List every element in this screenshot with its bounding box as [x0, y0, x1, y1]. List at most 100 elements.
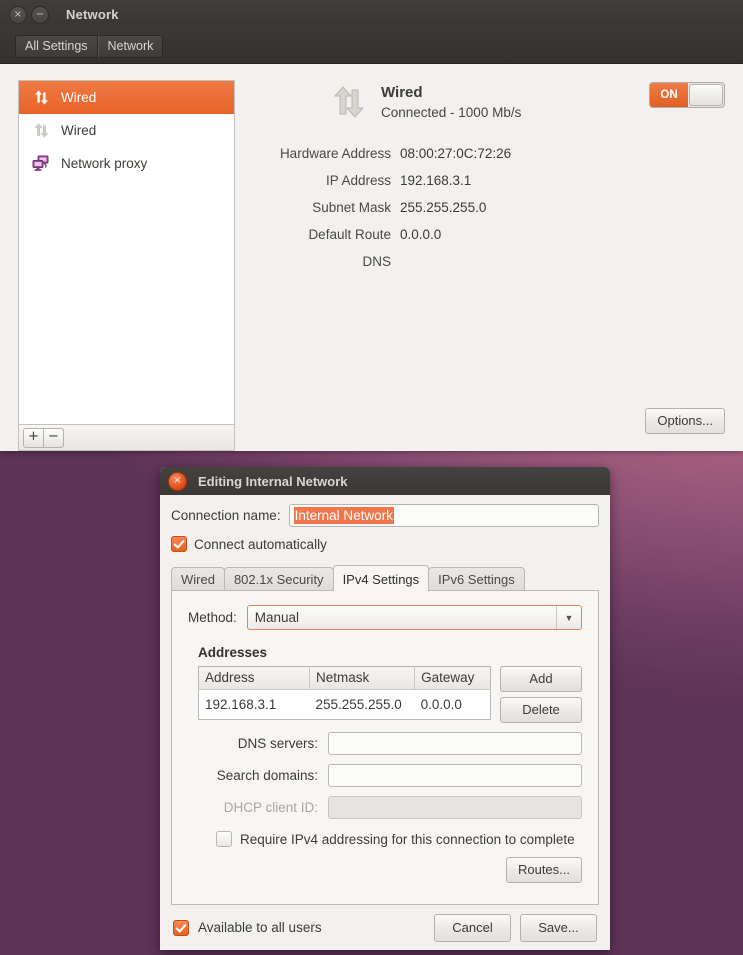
- network-proxy-icon: [30, 155, 52, 172]
- connection-name-input[interactable]: Internal Network: [289, 504, 599, 527]
- add-network-button[interactable]: +: [23, 428, 44, 448]
- edit-connection-dialog: × Editing Internal Network Connection na…: [160, 467, 610, 950]
- sidebar-item-wired-2[interactable]: Wired: [19, 114, 234, 147]
- network-wired-icon: [331, 84, 367, 123]
- sidebar-item-network-proxy[interactable]: Network proxy: [19, 147, 234, 180]
- chevron-down-icon: ▼: [556, 606, 581, 629]
- dhcp-client-id-label: DHCP client ID:: [188, 800, 328, 815]
- connection-name-label: Connection name:: [171, 508, 281, 523]
- tab-wired[interactable]: Wired: [171, 567, 225, 591]
- require-ipv4-row[interactable]: Require IPv4 addressing for this connect…: [216, 831, 582, 847]
- method-row: Method: Manual ▼: [188, 605, 582, 630]
- add-address-button[interactable]: Add: [500, 666, 582, 692]
- cancel-button[interactable]: Cancel: [434, 914, 511, 942]
- info-row: Default Route 0.0.0.0: [253, 221, 725, 248]
- sidebar-item-label: Wired: [61, 90, 96, 105]
- connection-name-row: Connection name: Internal Network: [171, 504, 599, 527]
- network-power-toggle[interactable]: ON: [649, 82, 725, 108]
- info-label: IP Address: [253, 173, 400, 188]
- info-row: DNS: [253, 248, 725, 275]
- dhcp-client-id-input: [328, 796, 582, 819]
- cell-netmask: 255.255.255.0: [309, 690, 414, 720]
- info-value: 08:00:27:0C:72:26: [400, 146, 511, 161]
- column-header-gateway: Gateway: [415, 667, 491, 690]
- info-label: Subnet Mask: [253, 200, 400, 215]
- dns-servers-input[interactable]: [328, 732, 582, 755]
- network-settings-window: × − Network All Settings Network Wired: [0, 0, 743, 450]
- search-domains-label: Search domains:: [188, 768, 328, 783]
- addresses-buttons: Add Delete: [500, 666, 582, 723]
- info-row: IP Address 192.168.3.1: [253, 167, 725, 194]
- network-list-toolbar: + −: [18, 424, 235, 451]
- options-button[interactable]: Options...: [645, 408, 725, 434]
- cell-address: 192.168.3.1: [199, 690, 310, 720]
- toggle-knob: [689, 84, 723, 106]
- column-header-address: Address: [199, 667, 310, 690]
- dialog-body: Connection name: Internal Network Connec…: [160, 495, 610, 905]
- breadcrumb-all-settings[interactable]: All Settings: [15, 35, 98, 58]
- network-detail-panel: Wired Connected - 1000 Mb/s ON Hardware …: [253, 80, 725, 451]
- tab-8021x-security[interactable]: 802.1x Security: [224, 567, 334, 591]
- breadcrumb: All Settings Network: [15, 35, 163, 58]
- addresses-title: Addresses: [198, 645, 582, 660]
- save-button[interactable]: Save...: [520, 914, 597, 942]
- addresses-area: Address Netmask Gateway 192.168.3.1 255.…: [198, 666, 582, 723]
- checkbox-icon[interactable]: [173, 920, 189, 936]
- ipv4-settings-panel: Method: Manual ▼ Addresses Address Netma…: [171, 590, 599, 905]
- checkbox-icon[interactable]: [216, 831, 232, 847]
- require-ipv4-label: Require IPv4 addressing for this connect…: [240, 832, 575, 847]
- available-to-all-users-label: Available to all users: [198, 920, 322, 935]
- tab-ipv4-settings[interactable]: IPv4 Settings: [333, 565, 430, 591]
- method-select[interactable]: Manual ▼: [247, 605, 582, 630]
- window-title: Network: [66, 7, 119, 22]
- network-sidebar: Wired Wired: [18, 80, 235, 451]
- info-value: 0.0.0.0: [400, 227, 441, 242]
- connect-automatically-row[interactable]: Connect automatically: [171, 536, 599, 552]
- settings-toolbar: All Settings Network: [0, 29, 743, 64]
- cell-gateway: 0.0.0.0: [415, 690, 491, 720]
- dns-servers-row: DNS servers:: [188, 732, 582, 755]
- sidebar-item-label: Wired: [61, 123, 96, 138]
- dns-servers-label: DNS servers:: [188, 736, 328, 751]
- info-label: DNS: [253, 254, 400, 269]
- network-wired-icon: [30, 89, 52, 106]
- device-info-table: Hardware Address 08:00:27:0C:72:26 IP Ad…: [253, 140, 725, 275]
- tab-ipv6-settings[interactable]: IPv6 Settings: [428, 567, 525, 591]
- info-row: Hardware Address 08:00:27:0C:72:26: [253, 140, 725, 167]
- toggle-on-label: ON: [650, 83, 688, 107]
- table-header-row: Address Netmask Gateway: [199, 667, 491, 690]
- close-icon[interactable]: ×: [168, 472, 187, 491]
- sidebar-item-label: Network proxy: [61, 156, 147, 171]
- info-value: 192.168.3.1: [400, 173, 471, 188]
- search-domains-input[interactable]: [328, 764, 582, 787]
- dialog-footer: Available to all users Cancel Save...: [160, 905, 610, 950]
- settings-content: Wired Wired: [0, 64, 743, 451]
- method-value: Manual: [255, 610, 299, 625]
- connection-name-value: Internal Network: [294, 507, 394, 524]
- dialog-tabs: Wired 802.1x Security IPv4 Settings IPv6…: [171, 565, 599, 591]
- routes-row: Routes...: [188, 857, 582, 883]
- device-name: Wired: [381, 84, 521, 102]
- dialog-title: Editing Internal Network: [198, 474, 348, 489]
- breadcrumb-network[interactable]: Network: [98, 35, 164, 58]
- close-icon[interactable]: ×: [9, 6, 27, 24]
- network-list[interactable]: Wired Wired: [18, 80, 235, 424]
- column-header-netmask: Netmask: [309, 667, 414, 690]
- info-value: 255.255.255.0: [400, 200, 486, 215]
- info-label: Default Route: [253, 227, 400, 242]
- delete-address-button[interactable]: Delete: [500, 697, 582, 723]
- checkbox-icon[interactable]: [171, 536, 187, 552]
- network-wired-icon: [30, 122, 52, 139]
- sidebar-item-wired-1[interactable]: Wired: [19, 81, 234, 114]
- remove-network-button[interactable]: −: [44, 428, 64, 448]
- minimize-icon[interactable]: −: [31, 6, 49, 24]
- info-row: Subnet Mask 255.255.255.0: [253, 194, 725, 221]
- routes-button[interactable]: Routes...: [506, 857, 582, 883]
- connect-automatically-label: Connect automatically: [194, 537, 327, 552]
- table-row[interactable]: 192.168.3.1 255.255.255.0 0.0.0.0: [199, 690, 491, 720]
- device-status: Connected - 1000 Mb/s: [381, 105, 521, 120]
- dhcp-client-id-row: DHCP client ID:: [188, 796, 582, 819]
- search-domains-row: Search domains:: [188, 764, 582, 787]
- addresses-table[interactable]: Address Netmask Gateway 192.168.3.1 255.…: [198, 666, 491, 720]
- method-label: Method:: [188, 610, 237, 625]
